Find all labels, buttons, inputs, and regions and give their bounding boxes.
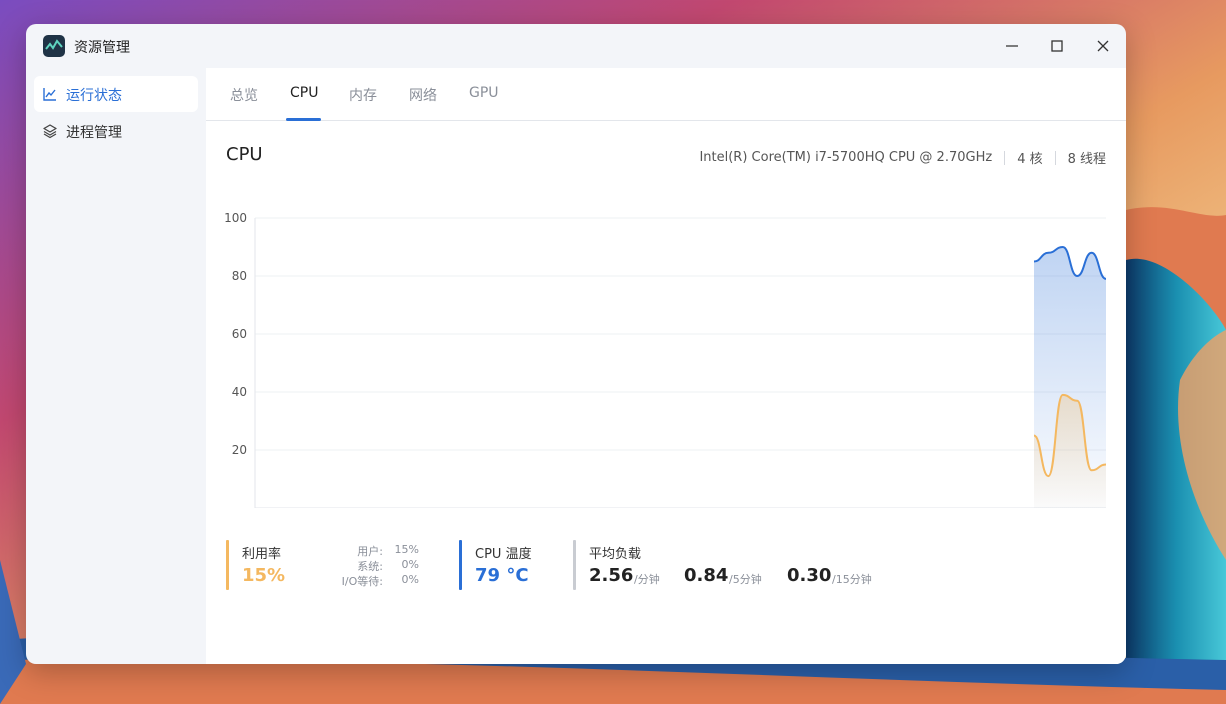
- sidebar-item-label: 进程管理: [66, 125, 122, 141]
- cpu-threads: 8 线程: [1067, 152, 1106, 167]
- sidebar-item-status[interactable]: 运行状态: [34, 76, 198, 112]
- y-tick-label: 60: [232, 327, 247, 341]
- usage-label: 利用率: [242, 547, 282, 562]
- title-bar: 资源管理: [26, 24, 1126, 68]
- y-tick-label: 40: [232, 385, 247, 399]
- close-button[interactable]: [1091, 34, 1115, 58]
- load-label: 平均负载: [589, 547, 642, 562]
- usage-system-label: 系统:: [357, 560, 383, 573]
- cpu-cores: 4 核: [1017, 152, 1043, 167]
- load-15m-unit: /15分钟: [832, 573, 872, 586]
- tab-overview[interactable]: 总览: [230, 85, 258, 105]
- divider: [1004, 150, 1006, 165]
- sidebar-item-label: 运行状态: [66, 88, 122, 104]
- minimize-icon: [1006, 45, 1018, 47]
- app-window: 资源管理 运行状态 进程管理 总览 CPU 内存 网络 GPU CPU Inte…: [26, 24, 1126, 664]
- usage-iowait-value: 0%: [401, 573, 419, 586]
- tab-cpu[interactable]: CPU: [290, 85, 318, 101]
- close-icon: [1097, 40, 1109, 52]
- usage-user-row: 用户: 15%: [356, 543, 419, 558]
- cpu-usage-chart: 100 80 60 40 20: [206, 208, 1126, 509]
- temp-label: CPU 温度: [475, 547, 532, 562]
- cpu-stats: 利用率 15% 用户: 15% 系统: 0% I/O等待: 0% CPU 温度 …: [226, 540, 1106, 590]
- chart-line-icon: [42, 86, 58, 102]
- minimize-button[interactable]: [1000, 34, 1024, 58]
- load-15m-value: 0.30: [787, 565, 832, 586]
- tab-gpu[interactable]: GPU: [469, 85, 499, 101]
- usage-iowait-label: I/O等待:: [341, 575, 383, 588]
- maximize-icon: [1051, 40, 1063, 52]
- usage-system-value: 0%: [401, 558, 419, 571]
- load-1m-value: 2.56: [589, 565, 634, 586]
- sidebar-item-processes[interactable]: 进程管理: [34, 113, 198, 149]
- usage-value: 15%: [242, 565, 286, 586]
- cpu-model: Intel(R) Core(TM) i7-5700HQ CPU @ 2.70GH…: [699, 150, 993, 165]
- load-5m-unit: /5分钟: [729, 573, 762, 586]
- load-5m-value: 0.84: [684, 565, 729, 586]
- divider: [1054, 150, 1056, 165]
- y-tick-label: 100: [224, 211, 247, 225]
- cpu-heading: CPU: [226, 144, 263, 165]
- cpu-info: Intel(R) Core(TM) i7-5700HQ CPU @ 2.70GH…: [699, 148, 1106, 167]
- load-1m-unit: /分钟: [634, 573, 660, 586]
- usage-accent-bar: [226, 540, 229, 590]
- app-title: 资源管理: [74, 40, 130, 56]
- usage-user-label: 用户:: [357, 545, 383, 558]
- maximize-button[interactable]: [1045, 34, 1069, 58]
- app-logo-icon: [43, 35, 65, 57]
- temp-accent-bar: [459, 540, 462, 590]
- load-accent-bar: [573, 540, 576, 590]
- temp-value: 79 °C: [475, 565, 529, 586]
- tab-bar: 总览 CPU 内存 网络 GPU: [206, 68, 1126, 121]
- sidebar: 运行状态 进程管理: [26, 68, 206, 664]
- layers-icon: [42, 123, 58, 139]
- main-panel: 总览 CPU 内存 网络 GPU CPU Intel(R) Core(TM) i…: [206, 68, 1126, 664]
- active-tab-indicator: [286, 118, 321, 121]
- tab-network[interactable]: 网络: [409, 85, 437, 105]
- tab-memory[interactable]: 内存: [349, 85, 377, 105]
- usage-user-value: 15%: [394, 543, 419, 556]
- y-tick-label: 20: [232, 443, 247, 457]
- usage-iowait-row: I/O等待: 0%: [342, 573, 419, 588]
- y-tick-label: 80: [232, 269, 247, 283]
- usage-system-row: 系统: 0%: [356, 558, 419, 573]
